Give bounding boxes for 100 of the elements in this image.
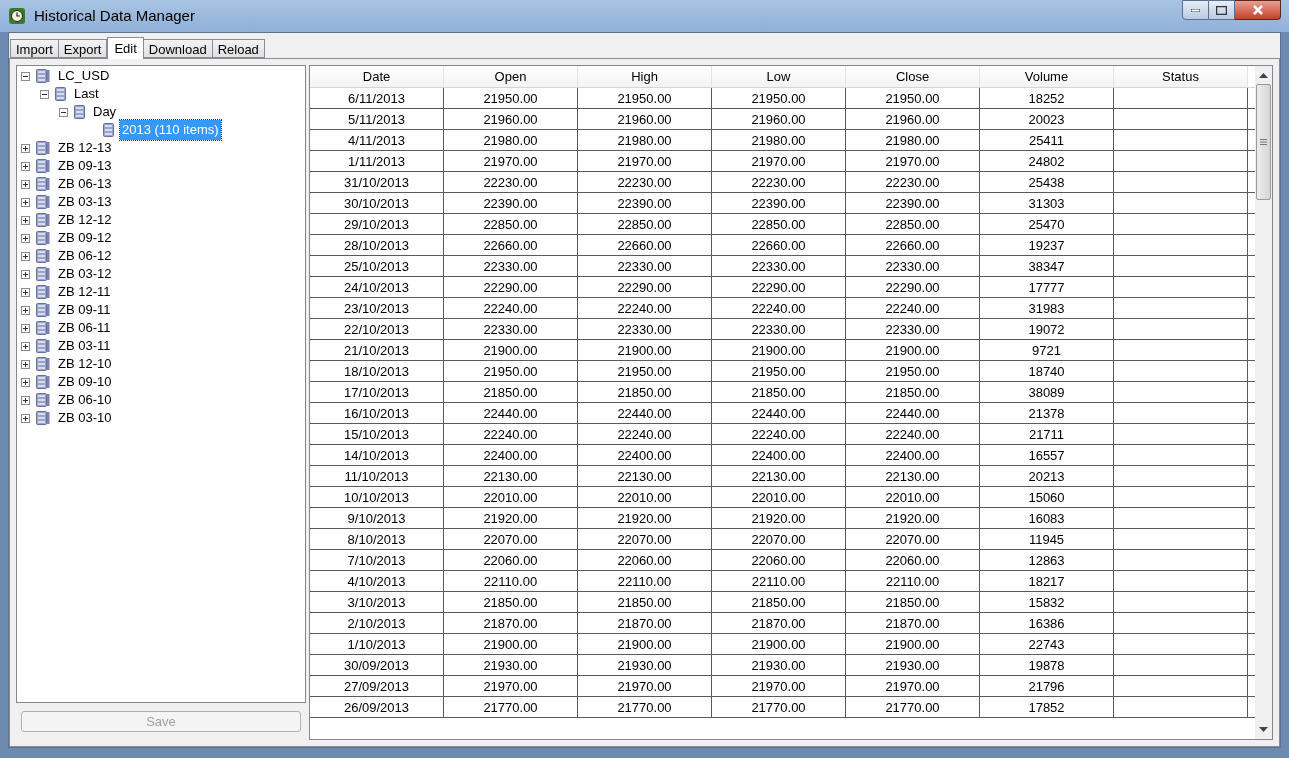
table-cell: 21870.00 [483,615,538,631]
column-header[interactable]: Close [846,66,980,87]
table-cell: 28/10/2013 [343,237,410,253]
table-cell: 21900.00 [885,636,940,652]
scroll-thumb[interactable] [1256,84,1271,200]
tree-item[interactable]: ZB 03-10 [56,408,114,428]
expand-icon[interactable] [21,251,30,261]
collapse-icon[interactable] [40,89,49,99]
tree-item[interactable]: ZB 12-10 [56,354,114,374]
expand-icon[interactable] [21,341,30,351]
tree-item[interactable]: ZB 06-10 [56,390,114,410]
column-header[interactable]: Date [310,66,444,87]
minimize-button[interactable] [1182,0,1209,20]
table-cell: 27/09/2013 [343,678,410,694]
expand-icon[interactable] [21,359,30,369]
table-cell: 21950.00 [617,90,672,106]
table-cell: 22240.00 [483,300,538,316]
tree-item[interactable]: Day [91,102,119,122]
table-cell: 22290.00 [617,279,672,295]
table-cell: 22230.00 [617,174,672,190]
table-cell: 25/10/2013 [343,258,410,274]
table-cell: 3/10/2013 [347,594,406,610]
expand-icon[interactable] [21,395,30,405]
table-cell: 21900.00 [483,342,538,358]
tab[interactable]: Reload [211,39,265,58]
table-cell: 22240.00 [751,426,806,442]
table-cell: 22290.00 [885,279,940,295]
tree-item[interactable]: ZB 12-12 [56,210,114,230]
table-cell: 5/11/2013 [348,111,405,127]
collapse-icon[interactable] [21,71,30,81]
tab[interactable]: Edit [107,37,144,59]
table-cell: 22440.00 [617,405,672,421]
tree-item[interactable]: ZB 09-10 [56,372,114,392]
expand-icon[interactable] [21,143,30,153]
tree-item[interactable]: ZB 12-11 [56,282,113,302]
expand-icon[interactable] [21,323,30,333]
column-header[interactable]: Open [444,66,578,87]
expand-icon[interactable] [21,161,30,171]
column-header[interactable]: High [578,66,712,87]
expand-icon[interactable] [21,377,30,387]
column-header[interactable]: Status [1114,66,1248,87]
database-icon [36,393,50,407]
table-cell: 22660.00 [617,237,672,253]
database-icon [36,195,50,209]
tree-item[interactable]: ZB 09-13 [56,156,114,176]
database-icon [36,375,50,389]
tree-item[interactable]: ZB 09-11 [56,300,113,320]
tree-item[interactable]: ZB 06-13 [56,174,114,194]
tab[interactable]: Import [10,39,59,58]
collapse-icon[interactable] [59,107,68,117]
tree-item[interactable]: ZB 12-13 [56,138,114,158]
table-cell: 22330.00 [885,321,940,337]
table-cell: 17852 [1028,699,1065,715]
table-cell: 21378 [1028,405,1065,421]
tree-item[interactable]: ZB 09-12 [56,228,114,248]
close-button[interactable] [1235,0,1281,20]
database-icon [36,285,50,299]
tree-item[interactable]: ZB 06-11 [56,318,113,338]
tree-item[interactable]: ZB 03-13 [56,192,114,212]
database-icon [36,249,50,263]
table-cell: 22660.00 [751,237,806,253]
table-cell: 25438 [1028,174,1065,190]
table-cell: 15832 [1028,594,1065,610]
expand-icon[interactable] [21,179,30,189]
tree-item[interactable]: ZB 06-12 [56,246,114,266]
table-cell: 22390.00 [483,195,538,211]
table-cell: 21970.00 [617,153,672,169]
table-cell: 22240.00 [483,426,538,442]
window-title: Historical Data Manager [34,5,195,26]
table-cell: 21/10/2013 [343,342,410,358]
expand-icon[interactable] [21,269,30,279]
table-cell: 22400.00 [617,447,672,463]
database-icon [36,177,50,191]
scroll-down-icon[interactable] [1259,727,1268,732]
scrollbar[interactable] [1255,66,1272,739]
expand-icon[interactable] [21,287,30,297]
table-cell: 21970.00 [483,153,538,169]
tree-item[interactable]: ZB 03-11 [56,336,113,356]
table-cell: 21900.00 [751,342,806,358]
table-cell: 22110.00 [617,573,672,589]
expand-icon[interactable] [21,305,30,315]
table-cell: 22660.00 [483,237,538,253]
table-cell: 10/10/2013 [343,489,410,505]
tree-item[interactable]: LC_USD [56,66,112,86]
scroll-up-icon[interactable] [1259,73,1268,78]
tree-item[interactable]: Last [72,84,101,104]
column-header[interactable]: Low [712,66,846,87]
table-cell: 22110.00 [885,573,940,589]
database-icon [36,339,50,353]
column-header[interactable]: Volume [980,66,1114,87]
expand-icon[interactable] [21,197,30,207]
expand-icon[interactable] [21,413,30,423]
tree-item[interactable]: ZB 03-12 [56,264,114,284]
expand-icon[interactable] [21,233,30,243]
tab[interactable]: Download [142,39,213,58]
tab[interactable]: Export [57,39,108,58]
table-cell: 22230.00 [483,174,538,190]
database-icon [36,303,50,317]
maximize-button[interactable] [1209,0,1235,20]
expand-icon[interactable] [21,215,30,225]
